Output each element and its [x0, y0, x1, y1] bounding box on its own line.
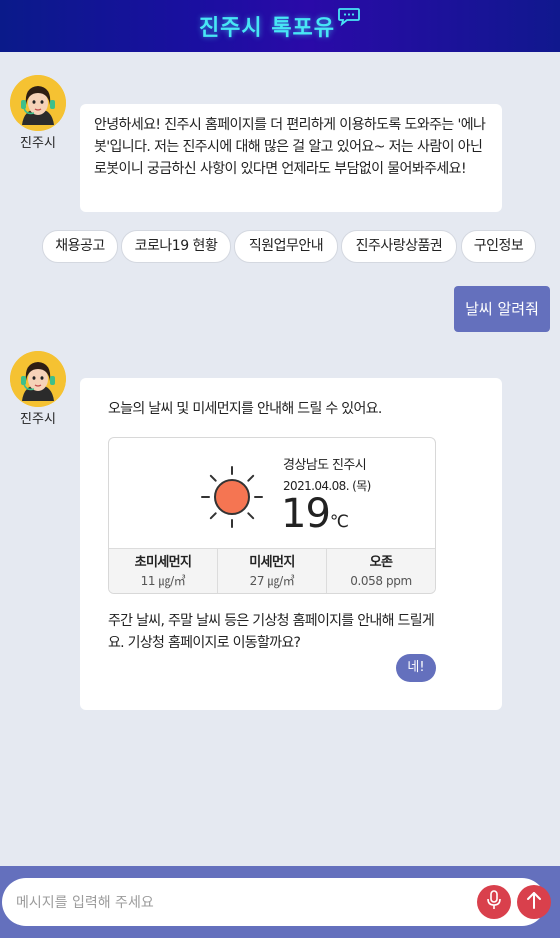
message-input-wrapper: [2, 878, 546, 928]
message-text: 오늘의 날씨 및 미세먼지를 안내해 드릴 수 있어요.: [108, 401, 382, 417]
speech-bubble-icon: [337, 7, 361, 31]
air-quality-cell: 오존 0.058 ppm: [327, 549, 435, 593]
air-quality-label: 초미세먼지: [134, 555, 192, 570]
air-quality-value: 0.058 ppm: [350, 574, 412, 588]
air-quality-cell: 초미세먼지 11 ㎍/㎥: [109, 549, 218, 593]
arrow-up-icon: [526, 891, 542, 913]
sun-icon: [199, 464, 265, 537]
air-quality-label: 미세먼지: [249, 555, 295, 570]
temperature-unit: ℃: [329, 512, 349, 532]
temperature-value: 19: [281, 491, 331, 537]
bot-message: 안녕하세요! 진주시 홈페이지를 더 편리하게 이용하도록 도와주는 '에나봇'…: [80, 104, 502, 212]
weather-location: 경상남도 진주시: [283, 458, 367, 473]
microphone-icon: [485, 890, 503, 914]
app-title: 진주시 톡포유: [198, 16, 336, 41]
quick-reply-chip[interactable]: 구인정보: [461, 230, 536, 263]
message-input[interactable]: [14, 878, 468, 928]
air-quality-value: 11 ㎍/㎥: [140, 574, 186, 588]
weather-temperature: 19℃: [281, 490, 349, 546]
air-quality-table: 초미세먼지 11 ㎍/㎥ 미세먼지 27 ㎍/㎥ 오존 0.058 ppm: [109, 548, 435, 593]
weather-summary: 경상남도 진주시 2021.04.08. (목) 19℃: [109, 438, 435, 548]
message-text: 주간 날씨, 주말 날씨 등은 기상청 홈페이지를 안내해 드릴게요. 기상청 …: [108, 613, 435, 651]
chatbot-avatar: [10, 75, 66, 131]
air-quality-cell: 미세먼지 27 ㎍/㎥: [218, 549, 327, 593]
weather-card: 경상남도 진주시 2021.04.08. (목) 19℃ 초미세먼지 11 ㎍/…: [108, 437, 436, 594]
quick-reply-list: 채용공고 코로나19 현황 직원업무안내 진주사랑상품권 구인정보: [42, 230, 536, 263]
bot-name: 진주시: [20, 136, 56, 151]
quick-reply-chip[interactable]: 채용공고: [42, 230, 118, 263]
app-header: 진주시 톡포유: [0, 0, 560, 52]
user-message: 날씨 알려줘: [454, 286, 550, 332]
quick-reply-chip[interactable]: 직원업무안내: [234, 230, 338, 263]
air-quality-label: 오존: [369, 555, 393, 570]
bot-name: 진주시: [20, 412, 56, 427]
bot-message: 오늘의 날씨 및 미세먼지를 안내해 드릴 수 있어요. 경상남도 진주시 20…: [80, 378, 502, 710]
air-quality-value: 27 ㎍/㎥: [249, 574, 295, 588]
quick-reply-chip[interactable]: 진주사랑상품권: [341, 230, 457, 263]
send-button[interactable]: [517, 885, 551, 919]
quick-reply-chip[interactable]: 코로나19 현황: [121, 230, 231, 263]
chatbot-avatar: [10, 351, 66, 407]
message-text: 안녕하세요! 진주시 홈페이지를 더 편리하게 이용하도록 도와주는 '에나봇'…: [94, 117, 486, 177]
yes-button[interactable]: 네!: [396, 654, 436, 682]
voice-input-button[interactable]: [477, 885, 511, 919]
